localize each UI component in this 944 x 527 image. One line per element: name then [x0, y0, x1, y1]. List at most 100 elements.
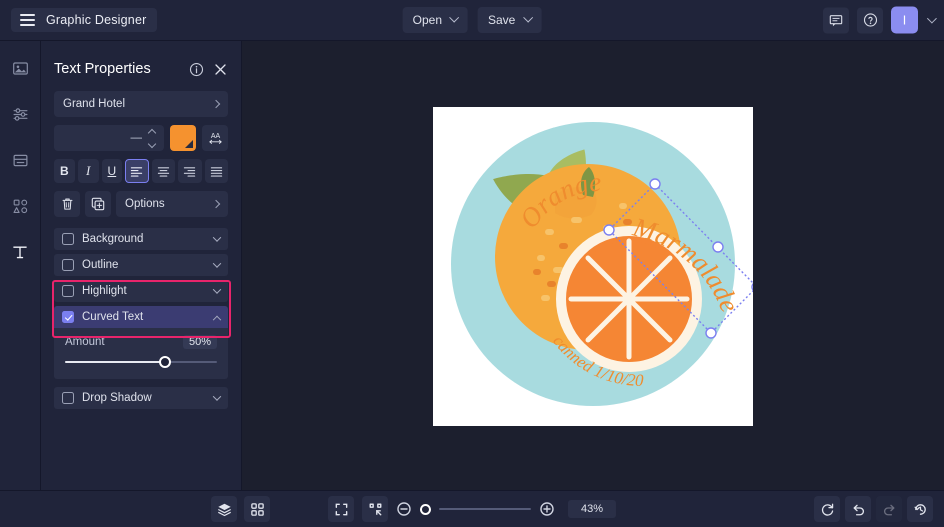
app-title: Graphic Designer	[46, 13, 147, 27]
align-left-button[interactable]	[125, 159, 149, 183]
font-style-row: — AA	[54, 125, 228, 151]
image-icon	[12, 61, 28, 75]
avatar-chevron-down-icon[interactable]	[926, 13, 937, 24]
align-left-icon	[131, 166, 143, 177]
options-label: Options	[125, 198, 165, 210]
text-icon	[13, 246, 27, 259]
artwork: Orange Marmalade canned 1/10/20	[451, 122, 745, 406]
undo-button[interactable]	[845, 496, 871, 522]
section-drop-shadow-label: Drop Shadow	[82, 392, 152, 404]
artboard[interactable]: Orange Marmalade canned 1/10/20	[433, 107, 753, 426]
app-menu-button[interactable]: Graphic Designer	[11, 8, 158, 32]
zoom-slider-thumb[interactable]	[419, 503, 431, 515]
text-color-swatch[interactable]	[170, 125, 196, 151]
delete-button[interactable]	[54, 191, 80, 217]
letter-spacing-button[interactable]: AA	[202, 125, 228, 151]
bottom-left-tools	[211, 496, 270, 522]
top-right-actions: I	[823, 6, 937, 34]
zoom-value[interactable]: 43%	[567, 500, 617, 518]
rail-item-shapes[interactable]	[5, 191, 35, 221]
slider-thumb[interactable]	[159, 356, 172, 368]
chevron-right-icon	[211, 199, 221, 209]
chevron-down-icon	[212, 285, 222, 294]
section-background-label: Background	[82, 233, 144, 245]
zoom-out-icon	[397, 502, 411, 516]
save-button[interactable]: Save	[478, 7, 542, 33]
layers-icon	[217, 503, 231, 516]
curved-text-checkbox[interactable]	[62, 311, 74, 323]
italic-button[interactable]: I	[77, 159, 99, 183]
amount-value[interactable]: 50%	[182, 335, 217, 349]
section-background-header[interactable]: Background	[54, 228, 228, 250]
reset-button[interactable]	[814, 496, 840, 522]
chevron-down-icon[interactable]	[147, 139, 157, 148]
chevron-down-icon	[449, 12, 460, 23]
duplicate-button[interactable]	[85, 191, 111, 217]
reset-rotate-icon	[821, 503, 833, 516]
section-curved-text-header[interactable]: Curved Text	[54, 306, 228, 328]
underline-button[interactable]: U	[101, 159, 123, 183]
info-button[interactable]	[189, 62, 204, 77]
align-justify-button[interactable]	[204, 159, 228, 183]
align-right-icon	[184, 166, 196, 177]
bottom-bar: 43%	[0, 490, 944, 527]
rail-item-adjustments[interactable]	[5, 99, 35, 129]
amount-slider[interactable]	[65, 356, 217, 368]
zoom-slider-track[interactable]	[438, 508, 531, 510]
app-window: Graphic Designer Open Save I Text Proper…	[0, 0, 944, 527]
save-label: Save	[488, 13, 516, 27]
zoom-out-button[interactable]	[396, 501, 412, 517]
avatar[interactable]: I	[891, 6, 918, 34]
adjustments-icon	[13, 107, 27, 121]
curved-text-body: Amount 50%	[54, 328, 228, 379]
align-right-button[interactable]	[178, 159, 202, 183]
comment-icon	[829, 14, 843, 26]
section-outline-header[interactable]: Outline	[54, 254, 228, 276]
chevron-up-icon[interactable]	[147, 128, 157, 137]
drop-shadow-checkbox[interactable]	[62, 392, 74, 404]
rail-item-text[interactable]	[5, 237, 35, 267]
section-highlight-header[interactable]: Highlight	[54, 280, 228, 302]
section-outline: Outline	[54, 254, 228, 276]
align-center-button[interactable]	[151, 159, 176, 183]
file-actions: Open Save	[402, 7, 542, 33]
info-circle-icon	[189, 62, 204, 76]
zoom-in-button[interactable]	[539, 501, 555, 517]
close-button[interactable]	[213, 62, 228, 77]
panel-header: Text Properties	[54, 47, 228, 91]
object-tools-row: Options	[54, 191, 228, 217]
canvas-stage[interactable]: Orange Marmalade canned 1/10/20	[242, 41, 944, 490]
svg-text:AA: AA	[210, 133, 220, 140]
align-justify-icon	[210, 166, 222, 177]
section-highlight: Highlight	[54, 280, 228, 302]
close-icon	[215, 63, 226, 75]
open-button[interactable]: Open	[402, 7, 468, 33]
fit-screen-button[interactable]	[327, 496, 354, 522]
chevron-down-icon	[212, 259, 222, 268]
rail-item-image[interactable]	[5, 53, 35, 83]
help-button[interactable]	[857, 7, 883, 33]
undo-icon	[853, 504, 864, 515]
rail-item-layout[interactable]	[5, 145, 35, 175]
zoom-controls: 43%	[327, 496, 617, 522]
section-highlight-label: Highlight	[82, 285, 127, 297]
layers-button[interactable]	[211, 496, 237, 522]
grid-button[interactable]	[244, 496, 270, 522]
history-button[interactable]	[907, 496, 933, 522]
font-size-spinner[interactable]	[146, 128, 158, 148]
background-checkbox[interactable]	[62, 233, 74, 245]
outline-checkbox[interactable]	[62, 259, 74, 271]
grid-icon	[250, 502, 264, 516]
section-drop-shadow-header[interactable]: Drop Shadow	[54, 387, 228, 409]
font-family-select[interactable]: Grand Hotel	[54, 91, 228, 117]
options-button[interactable]: Options	[116, 191, 228, 217]
highlight-checkbox[interactable]	[62, 285, 74, 297]
comment-button[interactable]	[823, 7, 849, 33]
redo-button[interactable]	[876, 496, 902, 522]
shrink-button[interactable]	[361, 496, 388, 522]
amount-label: Amount	[65, 336, 105, 348]
trash-icon	[62, 198, 72, 210]
align-center-icon	[157, 166, 170, 177]
bold-button[interactable]: B	[54, 159, 75, 183]
font-size-stepper[interactable]: —	[54, 125, 164, 151]
